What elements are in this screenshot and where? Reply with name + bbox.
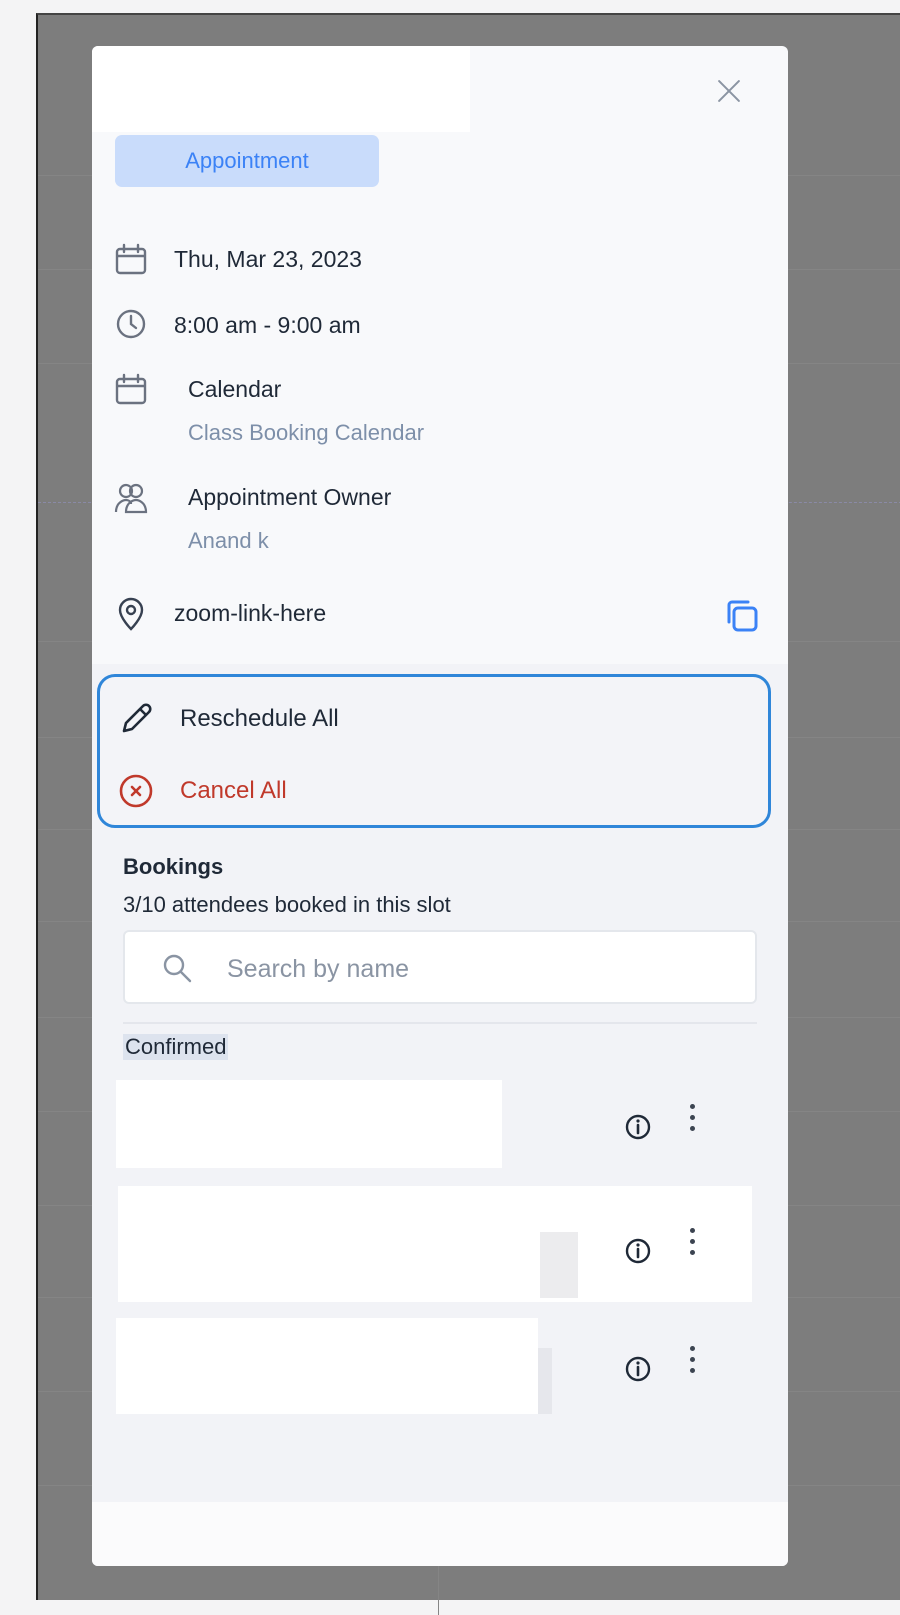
- list-item: [92, 1318, 788, 1416]
- users-icon: [114, 483, 148, 514]
- info-icon[interactable]: [623, 1236, 653, 1266]
- cancel-all-button[interactable]: Cancel All: [100, 763, 768, 819]
- more-vertical-icon[interactable]: [686, 1346, 698, 1380]
- copy-icon[interactable]: [722, 596, 762, 636]
- more-vertical-icon[interactable]: [686, 1228, 698, 1262]
- calendar-icon: [115, 243, 147, 275]
- info-icon[interactable]: [623, 1354, 653, 1384]
- reschedule-all-button[interactable]: Reschedule All: [100, 691, 768, 747]
- clock-icon: [116, 309, 146, 339]
- list-item: [92, 1080, 788, 1170]
- redacted-attendee-name: [116, 1318, 538, 1414]
- x-circle-icon: [119, 774, 153, 808]
- location-text: zoom-link-here: [174, 600, 327, 626]
- attendee-row-background: [118, 1186, 752, 1302]
- divider: [123, 1022, 757, 1024]
- confirmed-section-label: Confirmed: [123, 1034, 229, 1060]
- info-icon[interactable]: [623, 1112, 653, 1142]
- map-pin-icon: [118, 597, 144, 631]
- redacted-title: [92, 46, 470, 132]
- owner-label: Appointment Owner: [188, 484, 392, 510]
- calendar-label: Calendar: [188, 376, 282, 402]
- panel-footer: [92, 1502, 788, 1566]
- owner-name: Anand k: [188, 528, 269, 553]
- calendar-name: Class Booking Calendar: [188, 420, 425, 445]
- bulk-actions-menu: Reschedule All Cancel All: [97, 674, 771, 828]
- calendar-icon: [115, 373, 147, 405]
- search-input[interactable]: [225, 946, 729, 992]
- list-item: [92, 1186, 788, 1302]
- redacted-attendee-detail: [540, 1232, 578, 1298]
- more-vertical-icon[interactable]: [686, 1104, 698, 1138]
- search-field: [123, 930, 757, 1004]
- bookings-heading: Bookings: [123, 854, 224, 879]
- reschedule-all-label: Reschedule All: [180, 705, 339, 732]
- pencil-icon: [122, 703, 152, 733]
- appointment-type-chip[interactable]: Appointment: [115, 135, 379, 187]
- appointment-details-panel: Appointment Thu, Mar 23, 2023 8:00 am - …: [92, 46, 788, 1566]
- appointment-time-range: 8:00 am - 9:00 am: [174, 312, 361, 338]
- redacted-attendee-name: [116, 1080, 502, 1168]
- appointment-date: Thu, Mar 23, 2023: [174, 246, 362, 272]
- search-icon: [163, 954, 192, 983]
- cancel-all-label: Cancel All: [180, 777, 287, 804]
- bookings-summary: 3/10 attendees booked in this slot: [123, 892, 451, 917]
- close-button[interactable]: [712, 74, 746, 108]
